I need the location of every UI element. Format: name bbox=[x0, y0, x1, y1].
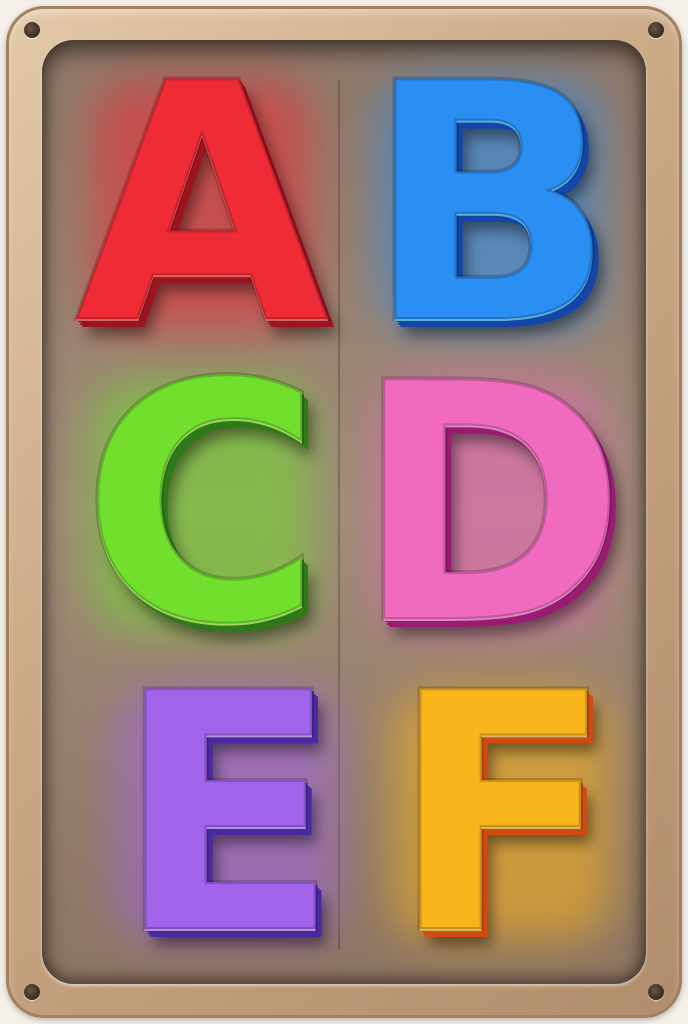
letter-tile-c[interactable]: C bbox=[72, 338, 332, 672]
letter-f: F bbox=[387, 623, 616, 1007]
alphabet-board: A B C D E F bbox=[6, 6, 682, 1018]
letter-c: C bbox=[79, 313, 325, 697]
screw-icon bbox=[648, 984, 664, 1000]
letter-tile-e[interactable]: E bbox=[97, 648, 357, 982]
screw-icon bbox=[24, 22, 40, 38]
screw-icon bbox=[648, 22, 664, 38]
screw-icon bbox=[24, 984, 40, 1000]
letter-d: D bbox=[351, 313, 629, 697]
letter-tile-f[interactable]: F bbox=[372, 648, 632, 982]
letter-tile-b[interactable]: B bbox=[360, 38, 620, 372]
letter-tile-d[interactable]: D bbox=[351, 338, 629, 672]
letter-e: E bbox=[112, 623, 341, 1007]
letter-tray: A B C D E F bbox=[42, 38, 646, 984]
letter-tile-a[interactable]: A bbox=[72, 38, 332, 372]
